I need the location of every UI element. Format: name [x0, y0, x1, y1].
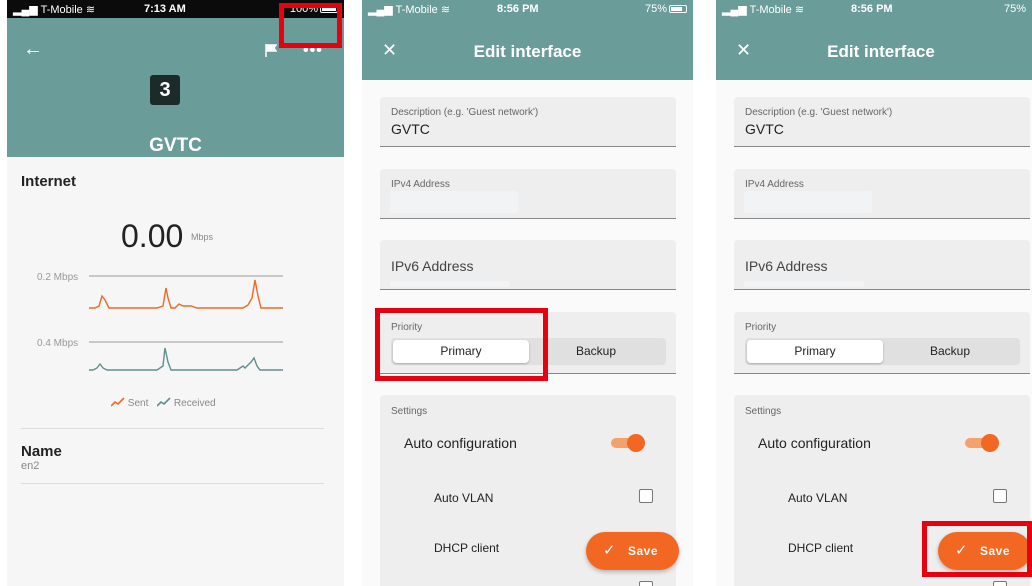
- description-value[interactable]: GVTC: [745, 121, 784, 137]
- settings-label: Settings: [391, 406, 428, 417]
- divider: [21, 483, 324, 484]
- edit-interface-screen: ▂▄▆ T-Mobile ≋ 8:56 PM 75% ✕ Edit interf…: [716, 0, 1032, 586]
- auto-vlan-label: Auto VLAN: [788, 491, 848, 505]
- priority-primary-option[interactable]: Primary: [747, 340, 883, 363]
- clock: 8:56 PM: [497, 3, 539, 15]
- ipv6-label: IPv6 Address: [391, 258, 474, 274]
- sent-legend-icon: [110, 397, 125, 407]
- sent-axis-label: 0.2 Mbps: [37, 272, 78, 283]
- divider: [21, 428, 324, 429]
- auto-vlan-checkbox[interactable]: [639, 489, 653, 503]
- auto-configuration-label: Auto configuration: [404, 435, 517, 451]
- description-label: Description (e.g. 'Guest network'): [391, 107, 539, 118]
- ipv4-field[interactable]: IPv4 Address: [380, 169, 676, 219]
- carrier-label: ▂▄▆ T-Mobile ≋: [722, 4, 805, 16]
- ipv6-value-redacted: [390, 281, 510, 287]
- settings-label: Settings: [745, 406, 782, 417]
- carrier-label: ▂▄▆ T-Mobile ≋: [368, 4, 451, 16]
- auto-configuration-label: Auto configuration: [758, 435, 871, 451]
- carrier-label: ▂▄▆ T-Mobile ≋: [13, 4, 96, 16]
- priority-backup-option[interactable]: Backup: [528, 340, 664, 363]
- traffic-chart: 0.2 Mbps 0.4 Mbps: [37, 272, 283, 371]
- next-row-checkbox[interactable]: [993, 581, 1007, 586]
- speed-value: 0.00: [121, 218, 184, 254]
- highlight-save-button: [922, 521, 1032, 577]
- section-title-internet: Internet: [21, 173, 77, 190]
- ipv6-field[interactable]: IPv6 Address: [734, 240, 1030, 290]
- ipv4-label: IPv4 Address: [745, 179, 804, 190]
- status-bar: ▂▄▆ T-Mobile ≋ 8:56 PM 75%: [716, 0, 1032, 18]
- edit-interface-screen: ▂▄▆ T-Mobile ≋ 8:56 PM 75% ✕ Edit interf…: [362, 0, 693, 586]
- speed-unit: Mbps: [191, 232, 214, 242]
- chart-legend: Sent Received: [110, 397, 222, 409]
- priority-field: Priority Primary Backup: [734, 312, 1030, 374]
- sent-series-line: [89, 279, 283, 309]
- legend-received: Received: [173, 398, 216, 409]
- description-field[interactable]: Description (e.g. 'Guest network') GVTC: [380, 97, 676, 147]
- device-badge: 3: [150, 75, 180, 105]
- priority-label: Priority: [745, 322, 777, 333]
- back-arrow-icon[interactable]: ←: [23, 38, 43, 61]
- priority-segmented-control[interactable]: Primary Backup: [745, 338, 1020, 365]
- save-button[interactable]: ✓ Save: [586, 532, 679, 570]
- save-label: Save: [628, 544, 659, 558]
- ipv4-label: IPv4 Address: [391, 179, 450, 190]
- highlight-more-options: [279, 3, 342, 48]
- top-app-bar: ✕ Edit interface: [716, 18, 1032, 80]
- description-value[interactable]: GVTC: [391, 121, 430, 137]
- checkmark-icon: ✓: [603, 542, 616, 559]
- received-legend-icon: [156, 397, 171, 407]
- ipv6-value-redacted: [744, 281, 864, 287]
- ipv4-field[interactable]: IPv4 Address: [734, 169, 1030, 219]
- auto-vlan-checkbox[interactable]: [993, 489, 1007, 503]
- received-series-line: [89, 347, 283, 371]
- dhcp-client-label: DHCP client: [788, 541, 854, 555]
- auto-vlan-label: Auto VLAN: [434, 491, 494, 505]
- ipv4-value-redacted: [390, 191, 518, 213]
- clock: 8:56 PM: [851, 3, 893, 15]
- ipv6-label: IPv6 Address: [745, 258, 828, 274]
- auto-configuration-toggle[interactable]: [611, 434, 645, 452]
- name-label: Name: [21, 443, 62, 460]
- battery-indicator: 75%: [1003, 3, 1026, 15]
- status-bar: ▂▄▆ T-Mobile ≋ 8:56 PM 75%: [362, 0, 693, 18]
- device-detail-screen: ▂▄▆ T-Mobile ≋ 7:13 AM 100% ← ••• 3 GVTC…: [7, 0, 344, 586]
- name-value: en2: [21, 460, 40, 472]
- dhcp-client-label: DHCP client: [434, 541, 500, 555]
- clock: 7:13 AM: [144, 3, 186, 15]
- ipv6-field[interactable]: IPv6 Address: [380, 240, 676, 290]
- next-row-checkbox[interactable]: [639, 581, 653, 586]
- flag-icon[interactable]: [265, 44, 277, 57]
- battery-icon: [669, 5, 687, 13]
- battery-indicator: 75%: [645, 3, 687, 15]
- device-name: GVTC: [149, 135, 202, 156]
- description-field[interactable]: Description (e.g. 'Guest network') GVTC: [734, 97, 1030, 147]
- received-axis-label: 0.4 Mbps: [37, 338, 78, 349]
- ipv4-value-redacted: [744, 191, 872, 213]
- top-app-bar: ✕ Edit interface: [362, 18, 693, 80]
- priority-backup-option[interactable]: Backup: [882, 340, 1018, 363]
- highlight-priority-primary: [375, 308, 548, 381]
- form-body: Description (e.g. 'Guest network') GVTC …: [716, 80, 1032, 586]
- page-title: Edit interface: [827, 42, 935, 61]
- legend-sent: Sent: [127, 398, 149, 409]
- description-label: Description (e.g. 'Guest network'): [745, 107, 893, 118]
- auto-configuration-toggle[interactable]: [965, 434, 999, 452]
- page-title: Edit interface: [473, 42, 582, 61]
